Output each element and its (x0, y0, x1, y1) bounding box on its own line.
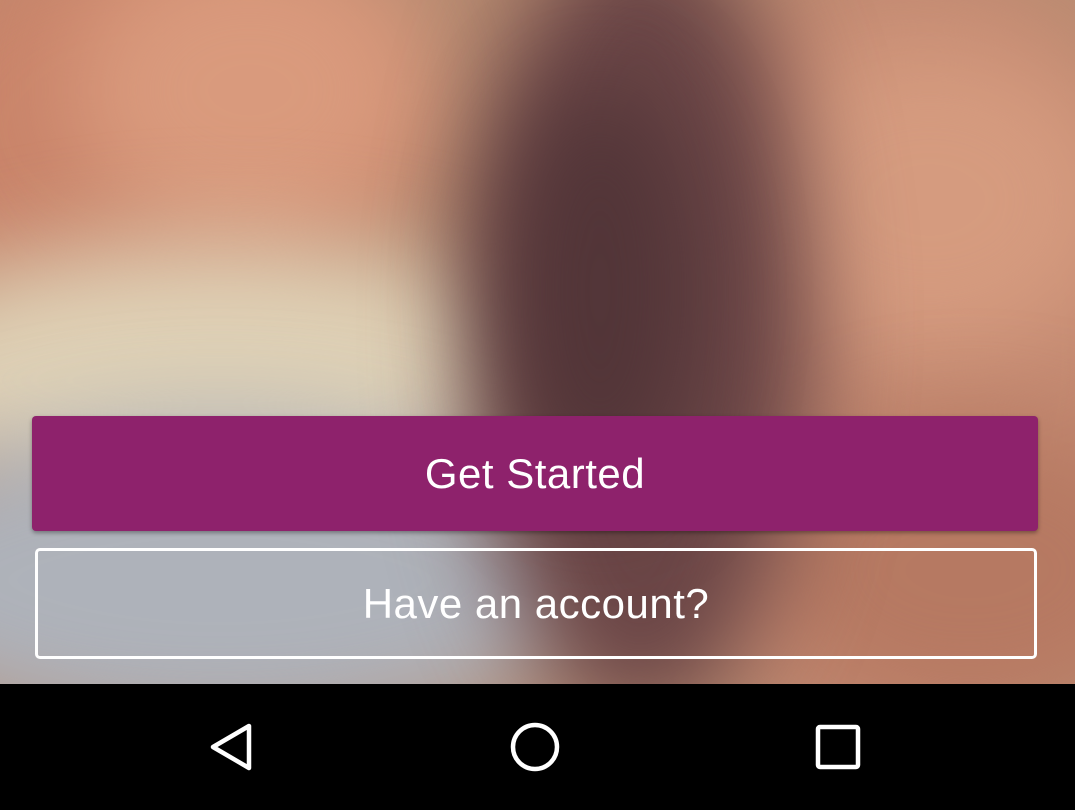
recents-button[interactable] (793, 704, 883, 790)
back-button[interactable] (188, 704, 278, 790)
get-started-button[interactable]: Get Started (32, 416, 1038, 531)
home-circle-icon (510, 722, 560, 772)
get-started-label: Get Started (424, 449, 646, 497)
have-account-label: Have an account? (362, 579, 710, 627)
back-triangle-icon (210, 723, 252, 771)
have-account-button[interactable]: Have an account? (35, 548, 1037, 659)
welcome-screen: Get Started Have an account? (0, 0, 1075, 810)
system-navigation-bar (0, 684, 1075, 810)
recents-square-icon (815, 724, 861, 770)
home-button[interactable] (490, 704, 580, 790)
